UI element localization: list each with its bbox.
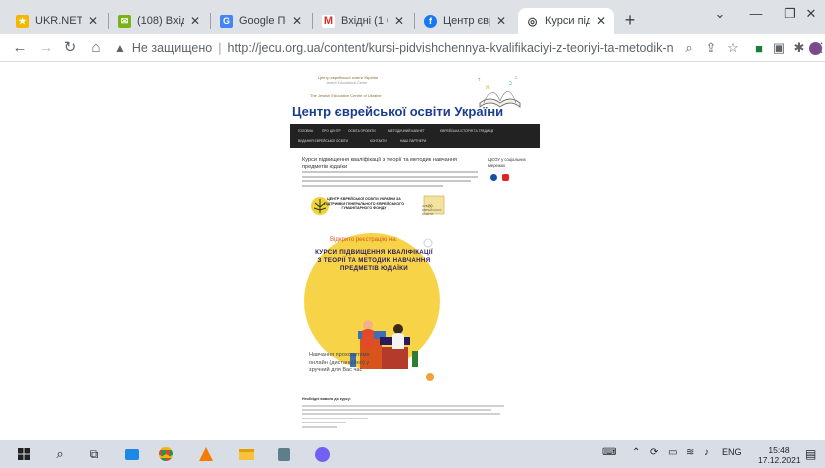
nav-link[interactable]: ПРО ЦЕНТР — [322, 129, 341, 133]
tab-title: Вхідні (1 068 — [341, 15, 388, 27]
logo-line: Jewish Educational Center — [326, 81, 368, 85]
article-title: Курси підвищення кваліфікації з теорії т… — [302, 157, 457, 170]
browser-toolbar: ← → ↻ ⌂ ▲ Не защищено | http://jecu.org.… — [0, 34, 825, 62]
registration-open-text: Відкрито реєстрацію на: — [330, 237, 398, 243]
tab-title: (108) Вхідні — [137, 15, 184, 27]
site-container: Центр єврейської освіти України Jewish E… — [286, 63, 542, 440]
tab-gmail[interactable]: M Вхідні (1 068 ✕ — [314, 8, 412, 34]
close-icon[interactable]: ✕ — [86, 14, 100, 28]
close-icon[interactable]: ✕ — [392, 14, 406, 28]
social-heading: ЦЄОУ у соціальних мережах — [488, 157, 526, 168]
home-button[interactable]: ⌂ — [86, 38, 106, 58]
tab-strip: ★ UKR.NET: Всі ✕ ✉ (108) Вхідні ✕ G Goog… — [0, 0, 825, 34]
chrome-icon[interactable] — [156, 444, 176, 464]
tab-title: UKR.NET: Всі — [35, 15, 82, 27]
site-navbar: ГОЛОВНА ПРО ЦЕНТР ОСВІТА ПРОЕКТИ МЕТОДИЧ… — [290, 124, 540, 148]
vlc-icon[interactable] — [196, 444, 216, 464]
mail-favicon-icon: ✉ — [118, 14, 131, 28]
screen: ★ UKR.NET: Всі ✕ ✉ (108) Вхідні ✕ G Goog… — [0, 0, 825, 468]
tray-chevron-icon[interactable]: ⌃ — [632, 447, 640, 458]
forward-button[interactable]: → — [36, 38, 56, 58]
divider: | — [218, 41, 222, 55]
photos-app-icon[interactable] — [122, 444, 142, 464]
close-window-button[interactable]: ✕ — [797, 6, 825, 22]
close-icon[interactable]: ✕ — [290, 14, 304, 28]
facebook-icon[interactable] — [490, 174, 497, 181]
tab-title: Google Пере — [239, 15, 286, 27]
requirements-list — [302, 405, 522, 430]
battery-icon[interactable]: ▭ — [668, 447, 677, 458]
menu-kebab-icon[interactable]: ⋮ — [815, 39, 825, 57]
zoom-icon[interactable]: ⌕ — [680, 39, 698, 57]
youtube-icon[interactable] — [502, 174, 509, 181]
nav-link[interactable]: НАШІ ПАРТНЕРИ — [400, 139, 426, 143]
reload-button[interactable]: ↻ — [60, 38, 80, 58]
requirements-heading: Необхідні вимоги до курсу: — [302, 397, 351, 401]
org-description: ЦЕНТР ЄВРЕЙСЬКОЇ ОСВІТИ УКРАЇНИ ЗА ПІДТР… — [324, 197, 404, 211]
site-header-logo[interactable]: Центр єврейської освіти України Jewish E… — [286, 63, 542, 125]
nav-link[interactable]: ГОЛОВНА — [298, 129, 313, 133]
extension-icon[interactable]: ▣ — [770, 39, 788, 57]
svg-text:ד: ד — [478, 77, 481, 83]
tab-title: Центр єврей — [443, 15, 490, 27]
tab-google-translate[interactable]: G Google Пере ✕ — [212, 8, 310, 34]
article-intro — [302, 171, 478, 189]
partner-label: АЗБУКА ЄВРЕЙСЬКОЇ ОСВІТИ — [422, 204, 442, 216]
notifications-icon[interactable]: ▤ — [805, 447, 816, 461]
gmail-favicon-icon: M — [322, 14, 335, 28]
tab-inbox[interactable]: ✉ (108) Вхідні ✕ — [110, 8, 208, 34]
bookmark-star-icon[interactable]: ☆ — [724, 39, 742, 57]
facebook-favicon-icon: f — [424, 14, 437, 28]
address-bar[interactable]: ▲ Не защищено | http://jecu.org.ua/conte… — [114, 37, 674, 59]
logo-line: Центр єврейської освіти України — [318, 75, 379, 80]
url-text: http://jecu.org.ua/content/kursi-pidvish… — [227, 41, 675, 55]
back-button[interactable]: ← — [10, 38, 30, 58]
open-book-icon: א ב ג ד — [478, 75, 521, 108]
search-icon[interactable]: ⌕ — [50, 444, 70, 464]
viber-icon[interactable] — [312, 444, 332, 464]
volume-icon[interactable]: ♪ — [704, 447, 709, 458]
update-icon[interactable]: ⟳ — [650, 447, 658, 458]
tab-ukrnet[interactable]: ★ UKR.NET: Всі ✕ — [8, 8, 106, 34]
poster-footer-text: Навчання проходитиме онлайн (дистанційно… — [309, 352, 370, 374]
new-tab-button[interactable]: + — [620, 10, 640, 30]
nav-link[interactable]: ЄВРЕЙСЬКА ІСТОРІЯ ТА ТРАДИЦІЇ — [440, 129, 493, 133]
close-icon[interactable]: ✕ — [494, 14, 508, 28]
svg-text:ג: ג — [515, 75, 517, 81]
globe-favicon-icon: ◎ — [526, 14, 539, 28]
tab-courses-active[interactable]: ◎ Курси підвищ ✕ — [518, 8, 614, 34]
nav-link[interactable]: МЕТОДИЧНИЙ КАБІНЕТ — [388, 129, 425, 133]
warning-icon: ▲ — [114, 41, 126, 55]
svg-text:א: א — [486, 84, 490, 91]
svg-text:ב: ב — [509, 80, 512, 87]
share-icon[interactable]: ⇪ — [702, 39, 720, 57]
nav-link[interactable]: ОСВІТА ПРОЕКТИ — [348, 129, 376, 133]
security-status: Не защищено — [131, 41, 213, 55]
touch-keyboard-icon[interactable]: ⌨ — [602, 447, 616, 458]
language-indicator[interactable]: ENG — [722, 447, 742, 457]
extension-green-icon[interactable]: ■ — [750, 39, 768, 57]
close-icon[interactable]: ✕ — [188, 14, 202, 28]
close-icon[interactable]: ✕ — [594, 14, 608, 28]
start-windows-icon[interactable] — [14, 444, 34, 464]
nav-link[interactable]: ВИДАННЯ ЄВРЕЙСЬКОЇ ОСВІТИ — [298, 139, 348, 143]
tab-search-chevron-icon[interactable]: ⌄ — [700, 6, 740, 22]
clock-time: 15:48 — [768, 445, 790, 455]
ukrnet-favicon-icon: ★ — [16, 14, 29, 28]
notes-app-icon[interactable] — [274, 444, 294, 464]
task-view-icon[interactable]: ⧉ — [84, 444, 104, 464]
clock[interactable]: 15:48 17.12.2021 — [758, 445, 801, 465]
wifi-icon[interactable]: ≋ — [686, 447, 694, 458]
nav-link[interactable]: КОНТАКТИ — [370, 139, 387, 143]
site-title: Центр єврейської освіти України — [292, 104, 504, 119]
web-page: Центр єврейської освіти України Jewish E… — [0, 63, 825, 440]
windows-taskbar: ⌕ ⧉ ⌨ ⌃ ⟳ ▭ ≋ ♪ ENG 15:48 17.12.2021 ▤ — [0, 440, 825, 468]
poster-headline: КУРСИ ПІДВИЩЕННЯ КВАЛІФІКАЦІЇ З ТЕОРІЇ Т… — [315, 249, 433, 273]
clock-date: 17.12.2021 — [758, 455, 801, 465]
tab-title: Курси підвищ — [545, 15, 590, 27]
tab-facebook[interactable]: f Центр єврей ✕ — [416, 8, 514, 34]
translate-favicon-icon: G — [220, 14, 233, 28]
logo-line: The Jewish Education Centre of Ukraine — [310, 93, 382, 98]
file-explorer-icon[interactable] — [236, 444, 256, 464]
